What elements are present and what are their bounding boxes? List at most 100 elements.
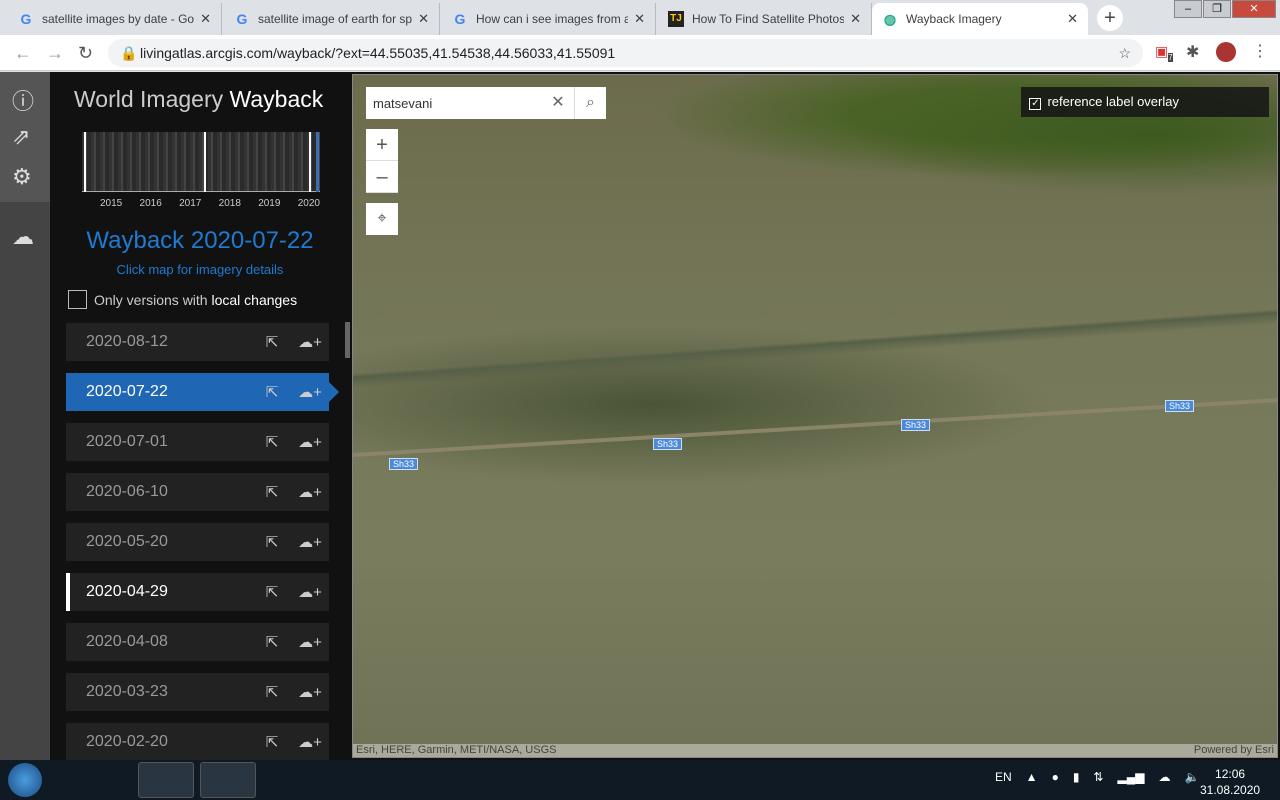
checkbox-checked-icon[interactable]: ✓ xyxy=(1029,98,1042,110)
release-item[interactable]: 2020-07-22 ⇱ ☁+ xyxy=(66,373,339,411)
close-tab-icon[interactable]: ✕ xyxy=(418,11,429,27)
release-timeline[interactable] xyxy=(82,132,320,192)
share-icon[interactable]: ⇗ xyxy=(12,124,30,150)
tab-3[interactable]: G How can i see images from a ✕ xyxy=(442,3,656,35)
reload-icon[interactable]: ↻ xyxy=(78,43,93,64)
power-icon[interactable]: ▮ xyxy=(1073,770,1080,784)
tab-title: How can i see images from a xyxy=(476,12,629,26)
checkbox[interactable] xyxy=(68,290,87,309)
cloud-add-icon[interactable]: ☁+ xyxy=(291,333,329,351)
zoom-out-button[interactable]: – xyxy=(366,161,398,193)
cloud-add-icon[interactable]: ☁+ xyxy=(291,433,329,451)
start-button[interactable] xyxy=(8,763,42,797)
cloud-add-icon[interactable]: ☁+ xyxy=(291,533,329,551)
close-tab-icon[interactable]: ✕ xyxy=(1067,11,1078,27)
arcgis-icon: ◍ xyxy=(883,11,897,27)
sidebar: World Imagery Wayback 2015 2016 2017 2018 20… xyxy=(50,72,350,761)
zoom-in-button[interactable]: + xyxy=(366,129,398,161)
tab-title: How To Find Satellite Photos xyxy=(692,12,845,26)
minimize-button[interactable]: – xyxy=(1174,0,1202,18)
star-icon[interactable]: ☆ xyxy=(1118,39,1131,67)
release-date: 2020-04-29 xyxy=(86,583,168,600)
release-date: 2020-08-12 xyxy=(86,333,168,350)
open-external-icon[interactable]: ⇱ xyxy=(253,333,291,351)
open-external-icon[interactable]: ⇱ xyxy=(253,533,291,551)
open-external-icon[interactable]: ⇱ xyxy=(253,633,291,651)
google-icon: G xyxy=(454,11,466,27)
close-tab-icon[interactable]: ✕ xyxy=(634,11,645,27)
puzzle-icon[interactable]: ✱ xyxy=(1186,42,1199,62)
release-item[interactable]: 2020-03-23 ⇱ ☁+ xyxy=(66,673,329,711)
extension-icon[interactable]: ▣7 xyxy=(1155,43,1173,62)
release-item[interactable]: 2020-04-29 ⇱ ☁+ xyxy=(66,573,329,611)
back-icon[interactable]: ← xyxy=(14,43,32,64)
info-icon[interactable]: ⓘ xyxy=(12,84,34,116)
map-view[interactable]: Sh33 Sh33 Sh33 Sh33 matsevani ✕ ⌕ + – ⌖ ✓ re… xyxy=(352,74,1278,758)
search-icon[interactable]: ⌕ xyxy=(574,87,606,119)
chrome-taskbar-icon[interactable] xyxy=(78,762,134,798)
open-external-icon[interactable]: ⇱ xyxy=(253,433,291,451)
tab-4[interactable]: TJ How To Find Satellite Photos ✕ xyxy=(658,3,872,35)
scrollbar[interactable] xyxy=(345,322,350,358)
forward-icon[interactable]: → xyxy=(46,43,64,64)
tab-5[interactable]: ◍ Wayback Imagery ✕ xyxy=(872,3,1088,35)
close-tab-icon[interactable]: ✕ xyxy=(850,11,861,27)
cloud-upload-icon[interactable]: ☁ xyxy=(1158,770,1170,784)
search-box[interactable]: matsevani ✕ ⌕ xyxy=(366,87,606,119)
close-window-button[interactable]: ✕ xyxy=(1232,0,1276,18)
cloud-add-icon[interactable]: ☁+ xyxy=(291,633,329,651)
close-tab-icon[interactable]: ✕ xyxy=(200,11,211,27)
google-icon: G xyxy=(236,11,248,27)
cloud-add-icon[interactable]: ☁+ xyxy=(291,483,329,501)
cloud-add-icon[interactable]: ☁+ xyxy=(291,383,329,401)
cloud-add-icon[interactable]: ☁+ xyxy=(291,733,329,751)
tab-2[interactable]: Gsatellite image of earth for sp ✕ xyxy=(224,3,440,35)
selected-release-title: Wayback 2020-07-22 xyxy=(86,227,314,254)
cloud-add-icon[interactable]: ☁+ xyxy=(291,583,329,601)
chrome-active-taskbar-icon[interactable] xyxy=(138,762,194,798)
network-share-icon[interactable]: ⇅ xyxy=(1093,770,1103,784)
open-external-icon[interactable]: ⇱ xyxy=(253,583,291,601)
clock[interactable]: 12:06 31.08.2020 xyxy=(1200,766,1260,798)
release-item[interactable]: 2020-07-01 ⇱ ☁+ xyxy=(66,423,329,461)
release-item[interactable]: 2020-02-20 ⇱ ☁+ xyxy=(66,723,329,761)
lock-icon: 🔒 xyxy=(120,45,138,61)
open-external-icon[interactable]: ⇱ xyxy=(253,483,291,501)
system-tray: EN ▲ ● ▮ ⇅ ▂▄▆ ☁ 🔈 xyxy=(995,770,1199,784)
open-external-icon[interactable]: ⇱ xyxy=(253,733,291,751)
timeline-years: 2015 2016 2017 2018 2019 2020 xyxy=(100,198,320,209)
show-hidden-icons[interactable]: ▲ xyxy=(1026,770,1038,784)
local-changes-filter[interactable]: Only versions with local changes xyxy=(68,290,297,309)
release-item[interactable]: 2020-06-10 ⇱ ☁+ xyxy=(66,473,329,511)
release-date: 2020-07-01 xyxy=(86,433,168,450)
release-item[interactable]: 2020-04-08 ⇱ ☁+ xyxy=(66,623,329,661)
extension-badge: 7 xyxy=(1168,52,1173,62)
restore-button[interactable]: ❐ xyxy=(1203,0,1231,18)
language-indicator[interactable]: EN xyxy=(995,770,1012,784)
release-item[interactable]: 2020-08-12 ⇱ ☁+ xyxy=(66,323,329,361)
reference-label-toggle[interactable]: ✓ reference label overlay xyxy=(1021,87,1269,117)
url-input[interactable]: 🔒 livingatlas.arcgis.com/wayback/?ext=44.… xyxy=(108,39,1143,67)
road-label: Sh33 xyxy=(653,438,683,450)
volume-icon[interactable]: 🔈 xyxy=(1184,770,1199,784)
google-earth-pro-taskbar-icon[interactable] xyxy=(200,762,256,798)
gear-icon[interactable]: ⚙ xyxy=(12,164,32,190)
locate-button[interactable]: ⌖ xyxy=(366,203,398,235)
release-item[interactable]: 2020-05-20 ⇱ ☁+ xyxy=(66,523,329,561)
signal-icon[interactable]: ▂▄▆ xyxy=(1117,770,1144,784)
new-tab-button[interactable]: + xyxy=(1097,5,1123,31)
search-input[interactable]: matsevani xyxy=(366,96,542,111)
tj-icon: TJ xyxy=(668,11,684,27)
cloud-add-icon[interactable]: ☁+ xyxy=(291,683,329,701)
open-external-icon[interactable]: ⇱ xyxy=(253,683,291,701)
tab-1[interactable]: Gsatellite images by date - Go ✕ xyxy=(8,3,222,35)
icon-rail: ⓘ ⇗ ⚙ ☁ xyxy=(0,72,50,760)
avatar[interactable] xyxy=(1216,42,1236,62)
menu-icon[interactable]: ⋮ xyxy=(1252,41,1268,61)
weather-icon[interactable]: ● xyxy=(1052,770,1059,784)
open-external-icon[interactable]: ⇱ xyxy=(253,383,291,401)
window-controls: – ❐ ✕ xyxy=(1173,0,1276,18)
clear-icon[interactable]: ✕ xyxy=(542,87,574,119)
cloud-layers-icon[interactable]: ☁ xyxy=(12,224,34,250)
address-bar: ← → ↻ 🔒 livingatlas.arcgis.com/wayback/?e… xyxy=(0,35,1280,71)
